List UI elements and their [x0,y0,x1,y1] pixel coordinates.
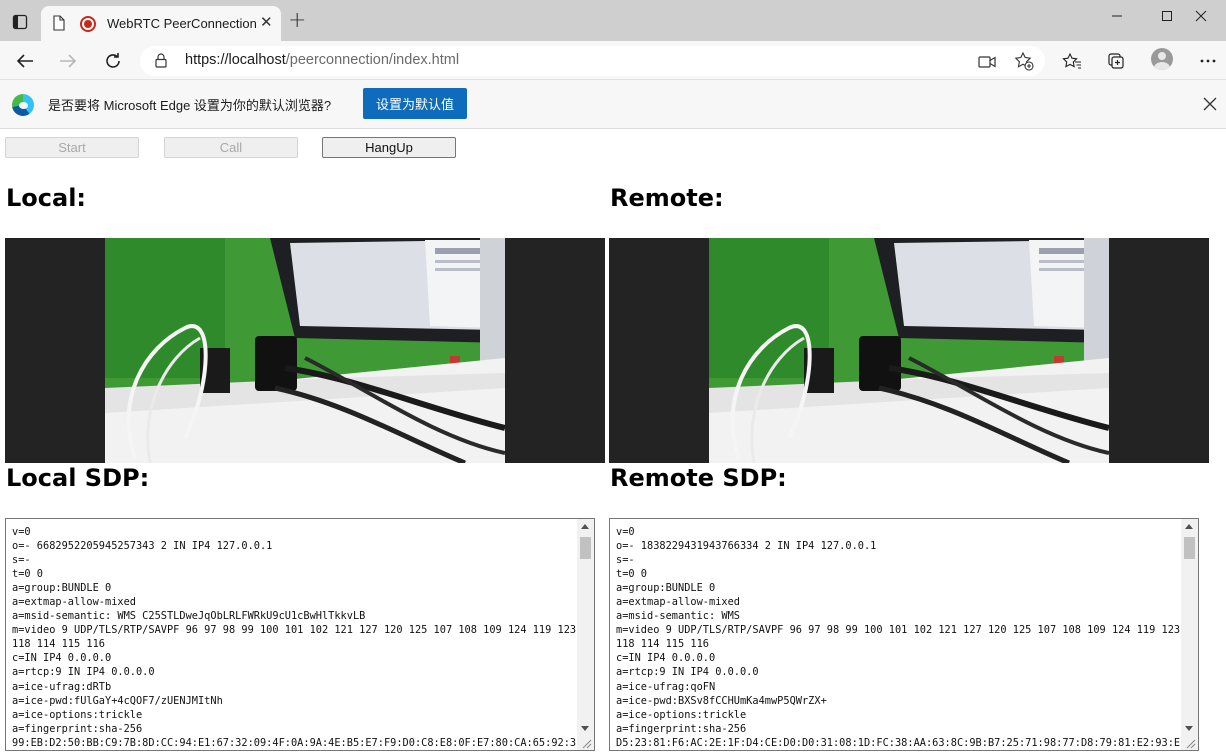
local-video[interactable] [5,238,605,463]
tab-strip: WebRTC PeerConnection ✕ + [0,0,1226,41]
collections-icon[interactable] [1103,48,1129,74]
edge-logo-icon [12,94,34,116]
more-icon[interactable] [1195,48,1221,74]
add-favorite-icon[interactable] [1014,51,1034,75]
camera-icon[interactable] [978,54,996,73]
refresh-icon[interactable] [100,48,126,74]
remote-sdp-textarea[interactable]: v=0 o=- 1838229431943766334 2 IN IP4 127… [609,518,1199,751]
scroll-up-icon[interactable] [1185,524,1193,529]
remote-sdp-scrollbar[interactable] [1181,519,1198,736]
remote-sdp-heading: Remote SDP: [610,464,787,492]
url-path: /peerconnection/index.html [285,52,460,68]
back-icon[interactable] [12,48,38,74]
navigation-bar: https://localhost/peerconnection/index.h… [0,41,1226,80]
recording-icon [80,16,96,32]
profile-icon[interactable] [1151,48,1173,70]
lock-icon[interactable] [155,53,167,72]
dismiss-infobar-icon[interactable] [1203,96,1217,115]
tab-actions-icon[interactable] [6,8,34,36]
local-video-frame [105,238,505,463]
scroll-down-icon[interactable] [1185,726,1193,731]
scroll-thumb[interactable] [1184,537,1195,559]
remote-sdp-text[interactable]: v=0 o=- 1838229431943766334 2 IN IP4 127… [616,525,1182,750]
start-button[interactable]: Start [5,137,139,158]
tab-close-icon[interactable]: ✕ [260,15,273,30]
remote-heading: Remote: [610,184,724,212]
url-host: https://localhost [185,52,286,68]
default-browser-infobar: 是否要将 Microsoft Edge 设置为你的默认浏览器? 设置为默认值 [0,80,1226,129]
call-button[interactable]: Call [164,137,298,158]
new-tab-button[interactable]: + [288,10,306,32]
hangup-button[interactable]: HangUp [322,137,456,158]
remote-video-frame [709,238,1109,463]
minimize-icon[interactable] [1092,0,1142,32]
close-icon[interactable] [1176,0,1226,32]
page-icon [53,15,65,35]
scroll-thumb[interactable] [580,537,591,559]
local-sdp-heading: Local SDP: [6,464,150,492]
forward-icon[interactable] [55,48,81,74]
browser-tab[interactable]: WebRTC PeerConnection ✕ [41,6,281,41]
local-sdp-text[interactable]: v=0 o=- 6682952205945257343 2 IN IP4 127… [12,525,578,750]
local-sdp-textarea[interactable]: v=0 o=- 6682952205945257343 2 IN IP4 127… [5,518,595,751]
url-text[interactable]: https://localhost/peerconnection/index.h… [185,52,459,68]
scroll-up-icon[interactable] [581,524,589,529]
local-heading: Local: [6,184,87,212]
tab-title: WebRTC PeerConnection [107,16,257,31]
remote-video[interactable] [609,238,1209,463]
scroll-down-icon[interactable] [581,726,589,731]
local-sdp-scrollbar[interactable] [577,519,594,736]
favorites-icon[interactable] [1059,48,1085,74]
infobar-message: 是否要将 Microsoft Edge 设置为你的默认浏览器? [48,98,332,113]
resize-grip-icon[interactable] [577,734,594,750]
address-bar[interactable]: https://localhost/peerconnection/index.h… [140,46,1045,76]
resize-grip-icon[interactable] [1181,734,1198,750]
set-default-button[interactable]: 设置为默认值 [363,88,467,119]
